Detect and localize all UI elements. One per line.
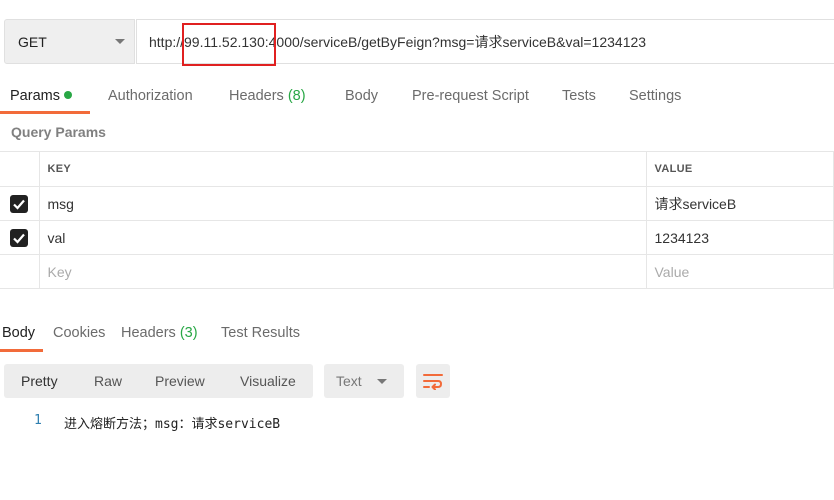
line-content: 进入熔断方法；msg：请求serviceB (64, 417, 281, 432)
new-value-input[interactable]: Value (646, 254, 834, 289)
response-tabs: Body Cookies Headers (3) Test Results (0, 318, 834, 352)
wrap-lines-button[interactable] (416, 364, 450, 398)
url-text: http://99.11.52.130:4000/serviceB/getByF… (149, 33, 647, 50)
query-params-title: Query Params (11, 124, 106, 140)
view-visualize-button[interactable]: Visualize (240, 373, 296, 389)
param-checkbox-msg[interactable] (10, 194, 29, 213)
method-select[interactable]: GET (4, 19, 135, 64)
view-pretty-button[interactable]: Pretty (21, 373, 58, 389)
format-label: Text (336, 373, 362, 389)
table-row: msg 请求serviceB (0, 186, 834, 221)
table-header-row: KEY VALUE (0, 151, 834, 187)
response-body-line: 1 进入熔断方法；msg：请求serviceB (0, 410, 834, 432)
checkbox-column-header (0, 151, 40, 187)
request-tabs: Params Authorization Headers (8) Body Pr… (0, 82, 834, 114)
active-tab-indicator (0, 111, 90, 114)
check-icon (13, 199, 26, 210)
param-value-cell[interactable]: 1234123 (646, 220, 834, 255)
view-mode-group: Pretty Raw Preview Visualize (4, 364, 313, 398)
param-key-cell[interactable]: msg (39, 186, 647, 221)
param-key-cell[interactable]: val (39, 220, 647, 255)
view-preview-button[interactable]: Preview (155, 373, 205, 389)
param-checkbox-val[interactable] (10, 228, 29, 247)
response-headers-count: (3) (179, 325, 198, 341)
url-input[interactable]: http://99.11.52.130:4000/serviceB/getByF… (136, 19, 834, 64)
params-active-dot-icon (63, 91, 72, 99)
response-tab-body[interactable]: Body (2, 325, 35, 341)
tab-body[interactable]: Body (345, 88, 378, 104)
view-raw-button[interactable]: Raw (94, 373, 122, 389)
format-select[interactable]: Text (324, 364, 404, 398)
headers-count: (8) (287, 88, 306, 104)
line-number: 1 (34, 413, 42, 428)
tab-headers[interactable]: Headers (8) (229, 88, 306, 104)
tab-pre-request-script[interactable]: Pre-request Script (412, 88, 529, 104)
table-row-new: Key Value (0, 254, 834, 289)
wrap-lines-icon (423, 374, 443, 390)
response-tab-headers[interactable]: Headers (3) (121, 325, 198, 341)
active-response-tab-indicator (0, 349, 43, 352)
response-tab-test-results[interactable]: Test Results (221, 325, 300, 341)
tab-params[interactable]: Params (10, 88, 72, 104)
method-label: GET (18, 33, 47, 50)
query-params-table: KEY VALUE msg 请求serviceB val 1234123 Key… (0, 151, 834, 289)
tab-tests[interactable]: Tests (562, 88, 596, 104)
value-column-header: VALUE (646, 151, 834, 187)
new-key-input[interactable]: Key (39, 254, 647, 289)
tab-settings[interactable]: Settings (629, 88, 681, 104)
key-column-header: KEY (39, 151, 647, 187)
param-value-cell[interactable]: 请求serviceB (646, 186, 834, 221)
check-icon (13, 233, 26, 244)
tab-authorization[interactable]: Authorization (108, 88, 193, 104)
chevron-down-icon (115, 39, 125, 44)
response-tab-cookies[interactable]: Cookies (53, 325, 105, 341)
chevron-down-icon (377, 379, 387, 384)
table-row: val 1234123 (0, 220, 834, 255)
